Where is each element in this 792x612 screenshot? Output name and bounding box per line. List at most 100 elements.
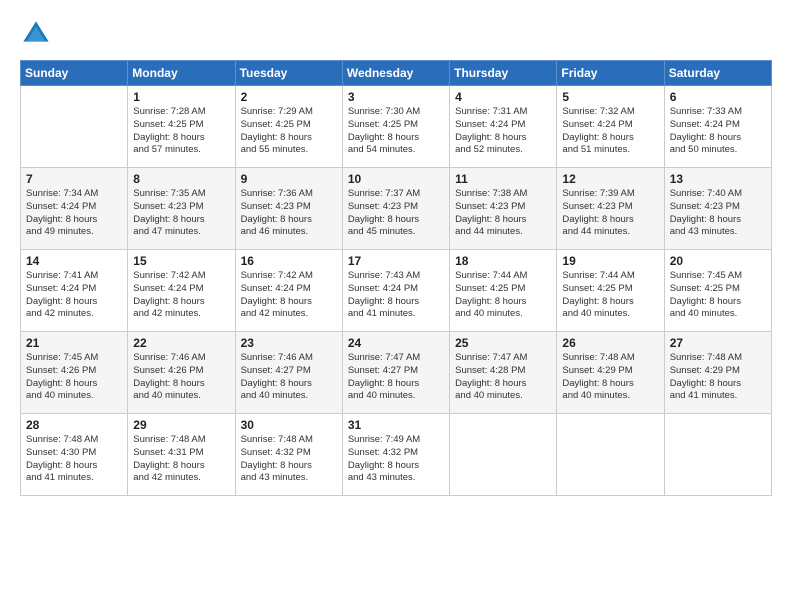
day-detail: Sunrise: 7:45 AM Sunset: 4:25 PM Dayligh… xyxy=(670,270,766,321)
day-detail: Sunrise: 7:48 AM Sunset: 4:30 PM Dayligh… xyxy=(26,434,122,485)
day-detail: Sunrise: 7:48 AM Sunset: 4:31 PM Dayligh… xyxy=(133,434,229,485)
calendar-cell: 21 Sunrise: 7:45 AM Sunset: 4:26 PM Dayli… xyxy=(21,332,128,414)
calendar-header-row: SundayMondayTuesdayWednesdayThursdayFrid… xyxy=(21,61,772,86)
calendar-cell xyxy=(21,86,128,168)
day-detail: Sunrise: 7:37 AM Sunset: 4:23 PM Dayligh… xyxy=(348,188,444,239)
day-detail: Sunrise: 7:44 AM Sunset: 4:25 PM Dayligh… xyxy=(562,270,658,321)
day-number: 18 xyxy=(455,254,551,268)
logo xyxy=(20,18,56,50)
calendar-cell: 18Sunrise: 7:44 AM Sunset: 4:25 PM Dayli… xyxy=(450,250,557,332)
calendar-cell: 17Sunrise: 7:43 AM Sunset: 4:24 PM Dayli… xyxy=(342,250,449,332)
day-detail: Sunrise: 7:33 AM Sunset: 4:24 PM Dayligh… xyxy=(670,106,766,157)
day-number: 10 xyxy=(348,172,444,186)
calendar-day-header: Friday xyxy=(557,61,664,86)
calendar-day-header: Sunday xyxy=(21,61,128,86)
day-detail: Sunrise: 7:47 AM Sunset: 4:28 PM Dayligh… xyxy=(455,352,551,403)
day-detail: Sunrise: 7:41 AM Sunset: 4:24 PM Dayligh… xyxy=(26,270,122,321)
day-detail: Sunrise: 7:48 AM Sunset: 4:29 PM Dayligh… xyxy=(562,352,658,403)
calendar-cell: 2 Sunrise: 7:29 AM Sunset: 4:25 PM Daylig… xyxy=(235,86,342,168)
day-detail: Sunrise: 7:45 AM Sunset: 4:26 PM Dayligh… xyxy=(26,352,122,403)
day-detail: Sunrise: 7:38 AM Sunset: 4:23 PM Dayligh… xyxy=(455,188,551,239)
day-detail: Sunrise: 7:46 AM Sunset: 4:27 PM Dayligh… xyxy=(241,352,337,403)
day-number: 21 xyxy=(26,336,122,350)
calendar-cell: 26Sunrise: 7:48 AM Sunset: 4:29 PM Dayli… xyxy=(557,332,664,414)
calendar-week-row: 14 Sunrise: 7:41 AM Sunset: 4:24 PM Dayli… xyxy=(21,250,772,332)
calendar-cell xyxy=(557,414,664,496)
day-number: 22 xyxy=(133,336,229,350)
day-detail: Sunrise: 7:39 AM Sunset: 4:23 PM Dayligh… xyxy=(562,188,658,239)
header xyxy=(20,18,772,50)
day-number: 7 xyxy=(26,172,122,186)
calendar-week-row: 1Sunrise: 7:28 AM Sunset: 4:25 PM Daylig… xyxy=(21,86,772,168)
day-number: 9 xyxy=(241,172,337,186)
day-number: 11 xyxy=(455,172,551,186)
page: SundayMondayTuesdayWednesdayThursdayFrid… xyxy=(0,0,792,612)
day-number: 31 xyxy=(348,418,444,432)
day-detail: Sunrise: 7:42 AM Sunset: 4:24 PM Dayligh… xyxy=(241,270,337,321)
calendar-day-header: Saturday xyxy=(664,61,771,86)
day-detail: Sunrise: 7:48 AM Sunset: 4:32 PM Dayligh… xyxy=(241,434,337,485)
day-number: 5 xyxy=(562,90,658,104)
day-detail: Sunrise: 7:29 AM Sunset: 4:25 PM Dayligh… xyxy=(241,106,337,157)
calendar-table: SundayMondayTuesdayWednesdayThursdayFrid… xyxy=(20,60,772,496)
calendar-cell: 11 Sunrise: 7:38 AM Sunset: 4:23 PM Dayli… xyxy=(450,168,557,250)
day-number: 29 xyxy=(133,418,229,432)
day-detail: Sunrise: 7:28 AM Sunset: 4:25 PM Dayligh… xyxy=(133,106,229,157)
day-number: 16 xyxy=(241,254,337,268)
calendar-cell: 30Sunrise: 7:48 AM Sunset: 4:32 PM Dayli… xyxy=(235,414,342,496)
day-number: 15 xyxy=(133,254,229,268)
day-number: 14 xyxy=(26,254,122,268)
day-detail: Sunrise: 7:46 AM Sunset: 4:26 PM Dayligh… xyxy=(133,352,229,403)
calendar-cell: 8 Sunrise: 7:35 AM Sunset: 4:23 PM Daylig… xyxy=(128,168,235,250)
day-number: 19 xyxy=(562,254,658,268)
day-detail: Sunrise: 7:34 AM Sunset: 4:24 PM Dayligh… xyxy=(26,188,122,239)
calendar-cell: 27 Sunrise: 7:48 AM Sunset: 4:29 PM Dayli… xyxy=(664,332,771,414)
day-number: 8 xyxy=(133,172,229,186)
calendar-cell: 31 Sunrise: 7:49 AM Sunset: 4:32 PM Dayli… xyxy=(342,414,449,496)
day-number: 28 xyxy=(26,418,122,432)
day-number: 27 xyxy=(670,336,766,350)
calendar-day-header: Monday xyxy=(128,61,235,86)
calendar-cell: 20 Sunrise: 7:45 AM Sunset: 4:25 PM Dayli… xyxy=(664,250,771,332)
calendar-cell: 19 Sunrise: 7:44 AM Sunset: 4:25 PM Dayli… xyxy=(557,250,664,332)
calendar-cell: 7 Sunrise: 7:34 AM Sunset: 4:24 PM Daylig… xyxy=(21,168,128,250)
calendar-cell: 9 Sunrise: 7:36 AM Sunset: 4:23 PM Daylig… xyxy=(235,168,342,250)
day-detail: Sunrise: 7:48 AM Sunset: 4:29 PM Dayligh… xyxy=(670,352,766,403)
calendar-cell: 6Sunrise: 7:33 AM Sunset: 4:24 PM Daylig… xyxy=(664,86,771,168)
day-number: 3 xyxy=(348,90,444,104)
calendar-cell: 28 Sunrise: 7:48 AM Sunset: 4:30 PM Dayli… xyxy=(21,414,128,496)
calendar-cell: 3Sunrise: 7:30 AM Sunset: 4:25 PM Daylig… xyxy=(342,86,449,168)
day-detail: Sunrise: 7:40 AM Sunset: 4:23 PM Dayligh… xyxy=(670,188,766,239)
calendar-day-header: Wednesday xyxy=(342,61,449,86)
calendar-week-row: 28 Sunrise: 7:48 AM Sunset: 4:30 PM Dayli… xyxy=(21,414,772,496)
day-number: 23 xyxy=(241,336,337,350)
calendar-day-header: Thursday xyxy=(450,61,557,86)
day-number: 2 xyxy=(241,90,337,104)
day-number: 12 xyxy=(562,172,658,186)
calendar-cell: 13 Sunrise: 7:40 AM Sunset: 4:23 PM Dayli… xyxy=(664,168,771,250)
calendar-day-header: Tuesday xyxy=(235,61,342,86)
day-number: 24 xyxy=(348,336,444,350)
day-detail: Sunrise: 7:32 AM Sunset: 4:24 PM Dayligh… xyxy=(562,106,658,157)
calendar-week-row: 7 Sunrise: 7:34 AM Sunset: 4:24 PM Daylig… xyxy=(21,168,772,250)
day-detail: Sunrise: 7:36 AM Sunset: 4:23 PM Dayligh… xyxy=(241,188,337,239)
calendar-cell xyxy=(450,414,557,496)
logo-icon xyxy=(20,18,52,50)
calendar-week-row: 21 Sunrise: 7:45 AM Sunset: 4:26 PM Dayli… xyxy=(21,332,772,414)
day-detail: Sunrise: 7:35 AM Sunset: 4:23 PM Dayligh… xyxy=(133,188,229,239)
calendar-cell: 10 Sunrise: 7:37 AM Sunset: 4:23 PM Dayli… xyxy=(342,168,449,250)
day-number: 20 xyxy=(670,254,766,268)
calendar-cell: 22 Sunrise: 7:46 AM Sunset: 4:26 PM Dayli… xyxy=(128,332,235,414)
calendar-cell: 4Sunrise: 7:31 AM Sunset: 4:24 PM Daylig… xyxy=(450,86,557,168)
calendar-cell: 24Sunrise: 7:47 AM Sunset: 4:27 PM Dayli… xyxy=(342,332,449,414)
calendar-cell: 16 Sunrise: 7:42 AM Sunset: 4:24 PM Dayli… xyxy=(235,250,342,332)
day-detail: Sunrise: 7:49 AM Sunset: 4:32 PM Dayligh… xyxy=(348,434,444,485)
calendar-cell: 5 Sunrise: 7:32 AM Sunset: 4:24 PM Daylig… xyxy=(557,86,664,168)
day-number: 25 xyxy=(455,336,551,350)
day-detail: Sunrise: 7:43 AM Sunset: 4:24 PM Dayligh… xyxy=(348,270,444,321)
calendar-cell: 29 Sunrise: 7:48 AM Sunset: 4:31 PM Dayli… xyxy=(128,414,235,496)
calendar-cell: 12 Sunrise: 7:39 AM Sunset: 4:23 PM Dayli… xyxy=(557,168,664,250)
calendar-cell: 25 Sunrise: 7:47 AM Sunset: 4:28 PM Dayli… xyxy=(450,332,557,414)
day-number: 13 xyxy=(670,172,766,186)
calendar-cell: 14 Sunrise: 7:41 AM Sunset: 4:24 PM Dayli… xyxy=(21,250,128,332)
